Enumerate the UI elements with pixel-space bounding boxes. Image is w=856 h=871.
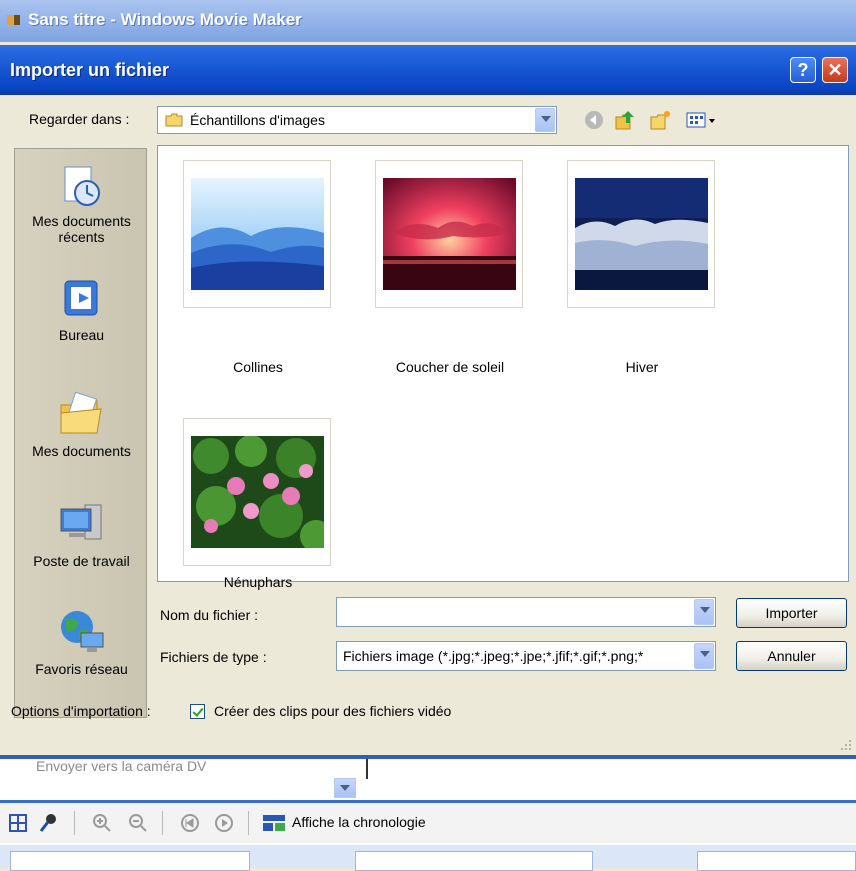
place-my-computer[interactable]: Poste de travail (15, 499, 148, 569)
file-name[interactable]: Coucher de soleil (355, 359, 545, 375)
timeline-icon[interactable] (262, 813, 286, 833)
network-places-icon (60, 611, 103, 652)
place-label: Poste de travail (33, 553, 130, 569)
filetype-value: Fichiers image (*.jpg;*.jpeg;*.jpe;*.jfi… (343, 648, 644, 664)
rewind-icon[interactable] (180, 813, 200, 833)
app-title-bar: Sans titre - Windows Movie Maker (0, 0, 856, 42)
file-name[interactable]: Collines (163, 359, 353, 375)
dialog-title-bar[interactable]: Importer un fichier ? ✕ (0, 45, 856, 95)
my-computer-icon (60, 504, 101, 540)
place-label: Favoris réseau (35, 661, 128, 677)
movie-maker-icon (7, 15, 20, 25)
movie-maker-workspace: Envoyer vers la caméra DV Affiche la chr… (0, 755, 856, 871)
play-icon[interactable] (214, 813, 234, 833)
toolbar-separator (74, 811, 75, 835)
chevron-down-icon[interactable] (535, 108, 555, 132)
dialog-title: Importer un fichier (10, 60, 170, 80)
desktop-icon (64, 280, 97, 316)
folder-icon (165, 113, 183, 127)
place-label: Mes documents (32, 213, 131, 229)
app-title: Sans titre - Windows Movie Maker (28, 10, 302, 29)
place-label: Mes documents (32, 443, 131, 459)
hills-image (191, 178, 324, 290)
sunset-image (383, 178, 516, 290)
places-bar: Mes documents récents Bureau Mes documen… (14, 148, 147, 718)
send-to-dv-camera-task[interactable]: Envoyer vers la caméra DV (36, 758, 206, 774)
import-button[interactable]: Importer (736, 598, 847, 628)
file-thumbnail-collines[interactable] (183, 160, 331, 308)
zoom-out-icon[interactable] (128, 813, 148, 833)
divider (366, 759, 368, 779)
back-icon[interactable] (583, 109, 605, 131)
resize-grip-icon[interactable] (840, 739, 852, 751)
chevron-down-icon[interactable] (694, 643, 714, 669)
look-in-dropdown[interactable]: Échantillons d'images (157, 106, 557, 134)
help-button[interactable]: ? (790, 57, 816, 83)
place-desktop[interactable]: Bureau (15, 277, 148, 343)
winter-image (575, 178, 708, 290)
import-options-label: Options d'importation : (11, 703, 151, 719)
storyboard-cell[interactable] (355, 851, 593, 871)
cancel-button[interactable]: Annuler (736, 641, 847, 671)
storyboard-strip (0, 845, 856, 871)
place-my-documents[interactable]: Mes documents (15, 389, 148, 459)
look-in-label: Regarder dans : (29, 111, 130, 127)
file-list-view[interactable]: Collines Coucher de soleil Hiver Nénupha… (157, 145, 849, 590)
storyboard-toolbar (0, 803, 856, 843)
view-menu-icon[interactable] (685, 109, 719, 131)
narrate-icon[interactable] (38, 813, 58, 833)
filename-label: Nom du fichier : (160, 607, 259, 623)
storyboard-cell[interactable] (10, 851, 250, 871)
place-label-line2: récents (58, 229, 105, 245)
filetype-label: Fichiers de type : (160, 649, 267, 665)
place-network[interactable]: Favoris réseau (15, 607, 148, 677)
show-timeline-button[interactable]: Affiche la chronologie (292, 814, 426, 830)
create-clips-label[interactable]: Créer des clips pour des fichiers vidéo (214, 703, 451, 719)
place-label: Bureau (58, 327, 105, 343)
filetype-dropdown[interactable]: Fichiers image (*.jpg;*.jpeg;*.jpe;*.jfi… (336, 641, 716, 671)
file-thumbnail-sunset[interactable] (375, 160, 523, 308)
file-thumbnail-hiver[interactable] (567, 160, 715, 308)
toolbar-separator (162, 811, 163, 835)
file-thumbnail-nenuphars[interactable] (183, 418, 331, 566)
look-in-value: Échantillons d'images (190, 112, 325, 128)
chevron-down-icon[interactable] (694, 599, 714, 625)
toolbar-separator (248, 811, 249, 835)
file-name[interactable]: Nénuphars (163, 574, 353, 590)
zoom-in-icon[interactable] (92, 813, 112, 833)
close-button[interactable]: ✕ (822, 57, 848, 83)
my-documents-icon (60, 391, 102, 434)
scroll-down-icon[interactable] (334, 778, 356, 798)
water-lilies-image (191, 436, 324, 548)
import-dialog: Importer un fichier ? ✕ Regarder dans : … (0, 45, 856, 755)
new-folder-icon[interactable] (649, 109, 671, 131)
create-clips-checkbox[interactable] (190, 704, 205, 719)
file-name[interactable]: Hiver (547, 359, 737, 375)
storyboard-cell[interactable] (697, 851, 856, 871)
recent-documents-icon (64, 166, 100, 206)
storyboard-icon[interactable] (8, 813, 28, 833)
place-recent-documents[interactable]: Mes documents récents (15, 163, 148, 245)
filename-input[interactable] (336, 597, 716, 627)
up-folder-icon[interactable] (614, 109, 636, 131)
